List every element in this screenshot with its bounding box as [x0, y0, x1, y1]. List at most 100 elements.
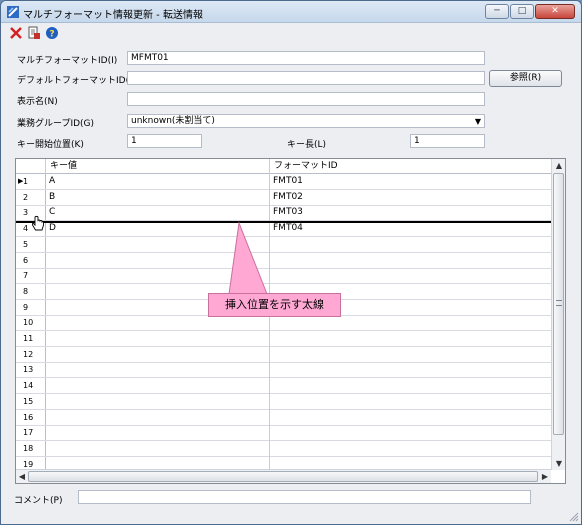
key-cell[interactable]: B — [46, 189, 270, 206]
key-cell[interactable] — [46, 236, 270, 253]
format-id-cell[interactable]: FMT04 — [270, 221, 551, 237]
table-row[interactable]: ▶ 1 A FMT01 — [16, 174, 551, 190]
row-number-text: 16 — [23, 412, 34, 422]
key-cell[interactable] — [46, 409, 270, 426]
key-cell[interactable] — [46, 252, 270, 269]
row-number[interactable]: 15 — [16, 394, 46, 410]
table-row[interactable]: 12 — [16, 346, 551, 363]
table-row[interactable]: 17 — [16, 425, 551, 442]
format-id-cell[interactable] — [270, 410, 551, 426]
row-number[interactable]: 11 — [16, 331, 46, 347]
format-id-cell[interactable] — [270, 441, 551, 457]
vertical-scrollbar[interactable]: ▲ ▼ — [551, 159, 565, 470]
row-number-text: 19 — [23, 459, 34, 469]
scroll-up-icon[interactable]: ▲ — [552, 161, 565, 170]
key-length-field[interactable]: 1 — [410, 134, 485, 148]
table-row[interactable]: 7 — [16, 268, 551, 285]
horizontal-scrollbar[interactable]: ◀ ▶ — [16, 469, 551, 483]
key-cell[interactable]: D — [46, 221, 270, 238]
app-window: マルチフォーマット情報更新 - 転送情報 ─ □ ✕ ? マルチフォーマットID… — [0, 0, 582, 525]
scroll-right-icon[interactable]: ▶ — [539, 470, 551, 483]
minimize-button[interactable]: ─ — [485, 4, 509, 19]
table-row[interactable]: 4 D FMT04 — [16, 221, 551, 238]
format-id-cell[interactable] — [270, 331, 551, 347]
format-id-cell[interactable] — [270, 378, 551, 394]
delete-icon[interactable] — [9, 26, 23, 40]
default-format-id-field[interactable] — [127, 71, 485, 85]
format-id-cell[interactable] — [270, 425, 551, 441]
row-number[interactable]: 2 — [16, 190, 46, 206]
key-cell[interactable]: A — [46, 174, 270, 190]
format-id-cell[interactable]: FMT03 — [270, 205, 551, 221]
business-group-id-label: 業務グループID(G) — [17, 119, 95, 129]
resize-grip-icon[interactable] — [569, 512, 579, 522]
format-id-cell[interactable] — [270, 394, 551, 410]
key-cell[interactable] — [46, 315, 270, 332]
hand-cursor-icon — [31, 215, 44, 231]
key-cell[interactable] — [46, 378, 270, 395]
multi-format-id-field[interactable]: MFMT01 — [127, 51, 485, 65]
format-id-cell[interactable] — [270, 253, 551, 269]
row-number[interactable]: 14 — [16, 378, 46, 394]
close-button[interactable]: ✕ — [535, 4, 575, 19]
browse-button[interactable]: 参照(R) — [489, 70, 562, 87]
business-group-id-select[interactable]: unknown(未割当て) ▼ — [127, 114, 485, 128]
row-number[interactable]: 18 — [16, 441, 46, 457]
format-id-cell[interactable] — [270, 347, 551, 363]
maximize-button[interactable]: □ — [510, 4, 534, 19]
table-row[interactable]: 2 B FMT02 — [16, 189, 551, 206]
row-number[interactable]: 17 — [16, 425, 46, 441]
format-id-cell[interactable] — [270, 268, 551, 284]
row-number[interactable]: 8 — [16, 284, 46, 300]
key-cell[interactable]: C — [46, 205, 270, 222]
table-row[interactable]: 14 — [16, 378, 551, 395]
table-row[interactable]: 18 — [16, 440, 551, 457]
row-number[interactable]: 7 — [16, 268, 46, 284]
table-row[interactable]: 15 — [16, 393, 551, 410]
vertical-scroll-thumb[interactable] — [553, 173, 564, 435]
format-id-cell[interactable]: FMT02 — [270, 190, 551, 206]
row-number-text: 10 — [23, 318, 34, 328]
table-row[interactable]: 16 — [16, 409, 551, 426]
row-number[interactable]: 6 — [16, 253, 46, 269]
table-row[interactable]: 3 C FMT03 — [16, 205, 551, 222]
key-cell[interactable] — [46, 331, 270, 347]
format-id-cell[interactable] — [270, 362, 551, 378]
format-id-cell[interactable] — [270, 237, 551, 253]
column-header-format-id[interactable]: フォーマットID — [270, 159, 551, 174]
row-number[interactable]: 13 — [16, 362, 46, 378]
row-number[interactable]: ▶ 1 — [16, 174, 46, 190]
scroll-left-icon[interactable]: ◀ — [16, 470, 28, 483]
row-number[interactable]: 5 — [16, 237, 46, 253]
row-number[interactable]: 16 — [16, 410, 46, 426]
row-number[interactable]: 10 — [16, 315, 46, 331]
key-cell[interactable] — [46, 440, 270, 457]
table-row[interactable]: 5 — [16, 236, 551, 253]
help-icon[interactable]: ? — [45, 26, 59, 40]
svg-text:?: ? — [49, 30, 54, 40]
row-number-text: 7 — [23, 271, 29, 281]
comment-field[interactable] — [78, 490, 531, 504]
table-row[interactable]: 11 — [16, 331, 551, 347]
table-row[interactable]: 10 — [16, 315, 551, 332]
horizontal-scroll-thumb[interactable] — [28, 471, 538, 482]
display-name-field[interactable] — [127, 92, 485, 106]
key-cell[interactable] — [46, 346, 270, 363]
save-document-icon[interactable] — [27, 26, 41, 40]
row-number[interactable]: 12 — [16, 347, 46, 363]
table-row[interactable]: 13 — [16, 362, 551, 379]
key-cell[interactable] — [46, 393, 270, 410]
key-cell[interactable] — [46, 425, 270, 442]
table-row[interactable]: 6 — [16, 252, 551, 269]
key-cell[interactable] — [46, 362, 270, 379]
row-number-text: 9 — [23, 302, 29, 312]
scroll-down-icon[interactable]: ▼ — [552, 459, 565, 468]
column-header-key[interactable]: キー値 — [46, 159, 270, 174]
row-number[interactable]: 9 — [16, 300, 46, 316]
key-start-field[interactable]: 1 — [127, 134, 202, 148]
row-number-text: 4 — [23, 224, 29, 234]
format-id-cell[interactable] — [270, 315, 551, 331]
key-cell[interactable] — [46, 268, 270, 285]
mapping-grid[interactable]: キー値 フォーマットID ▶ 1 A FMT01 2 B FMT02 3 C FMT03 4 D FMT… — [15, 158, 566, 484]
format-id-cell[interactable]: FMT01 — [270, 174, 551, 190]
